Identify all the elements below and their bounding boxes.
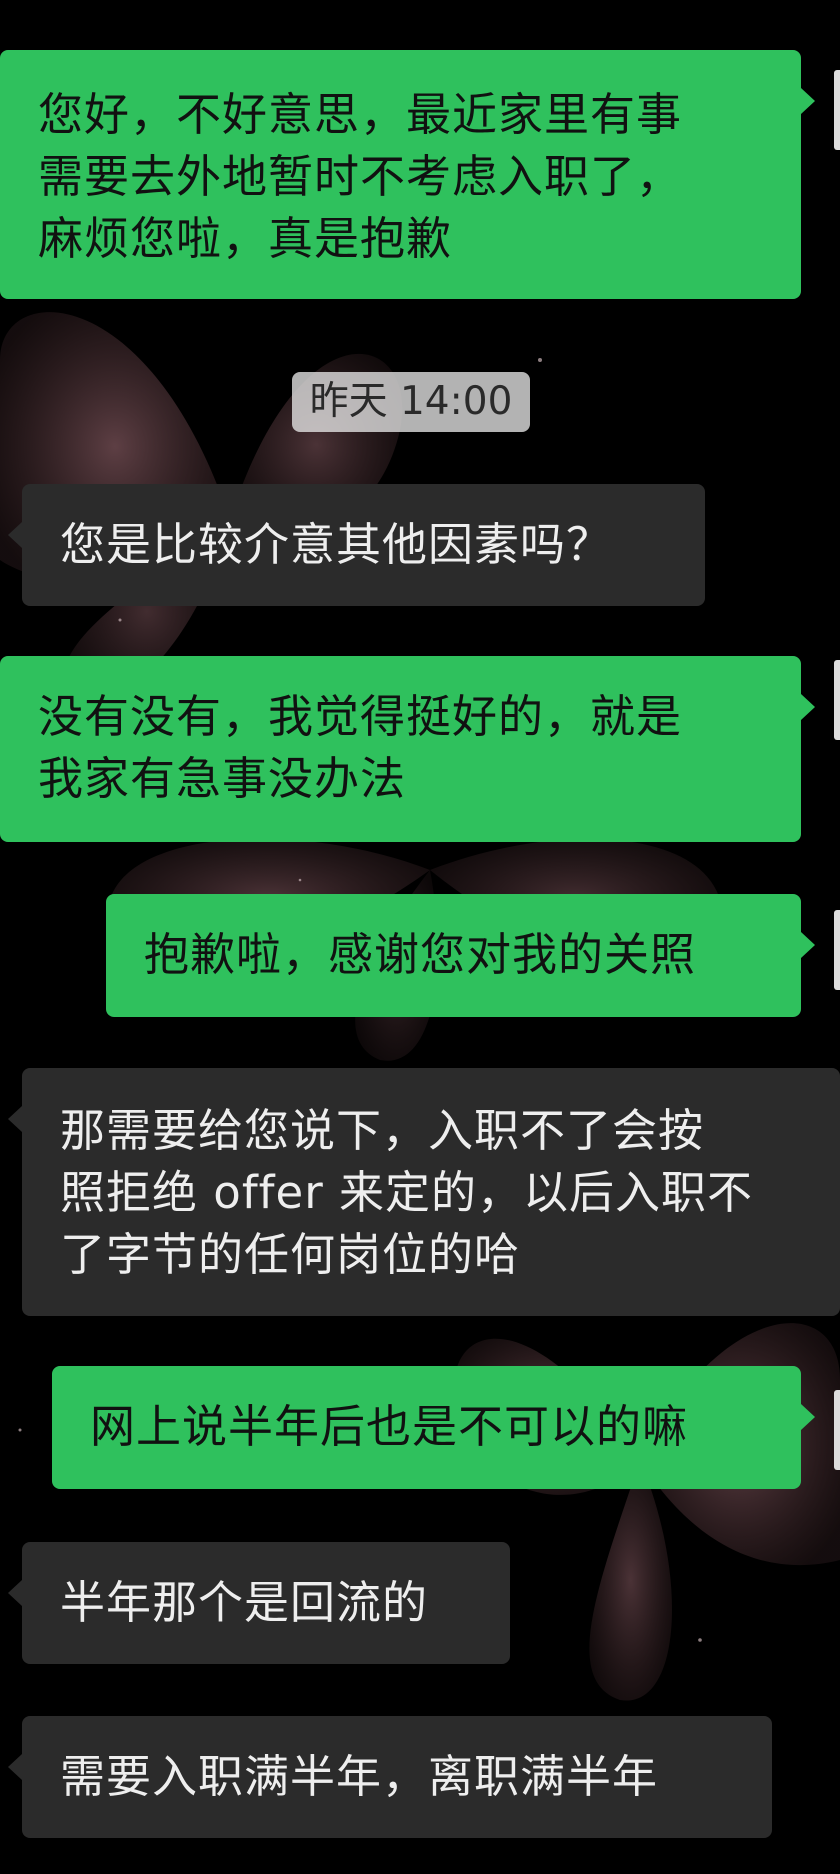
message-bubble-sent[interactable]: 没有没有，我觉得挺好的，就是 我家有急事没办法 (0, 656, 815, 842)
sender-avatar-edge[interactable] (834, 910, 840, 990)
message-bubble-received[interactable]: 需要入职满半年，离职满半年 (8, 1716, 772, 1838)
sender-avatar-edge[interactable] (834, 1390, 840, 1470)
sender-avatar-edge[interactable] (834, 660, 840, 740)
message-bubble-received[interactable]: 那需要给您说下，入职不了会按 照拒绝 offer 来定的，以后入职不 了字节的任… (8, 1068, 840, 1316)
message-timestamp: 昨天 14:00 (292, 372, 530, 432)
message-bubble-sent[interactable]: 抱歉啦，感谢您对我的关照 (106, 894, 815, 1017)
message-bubble-sent[interactable]: 您好，不好意思，最近家里有事 需要去外地暂时不考虑入职了， 麻烦您啦，真是抱歉 (0, 50, 815, 299)
message-bubble-sent[interactable]: 网上说半年后也是不可以的嘛 (52, 1366, 815, 1489)
chat-area[interactable]: 您好，不好意思，最近家里有事 需要去外地暂时不考虑入职了， 麻烦您啦，真是抱歉 … (0, 0, 840, 1874)
message-bubble-received[interactable]: 您是比较介意其他因素吗？ (8, 484, 705, 606)
message-bubble-received[interactable]: 半年那个是回流的 (8, 1542, 510, 1664)
sender-avatar-edge[interactable] (834, 70, 840, 150)
